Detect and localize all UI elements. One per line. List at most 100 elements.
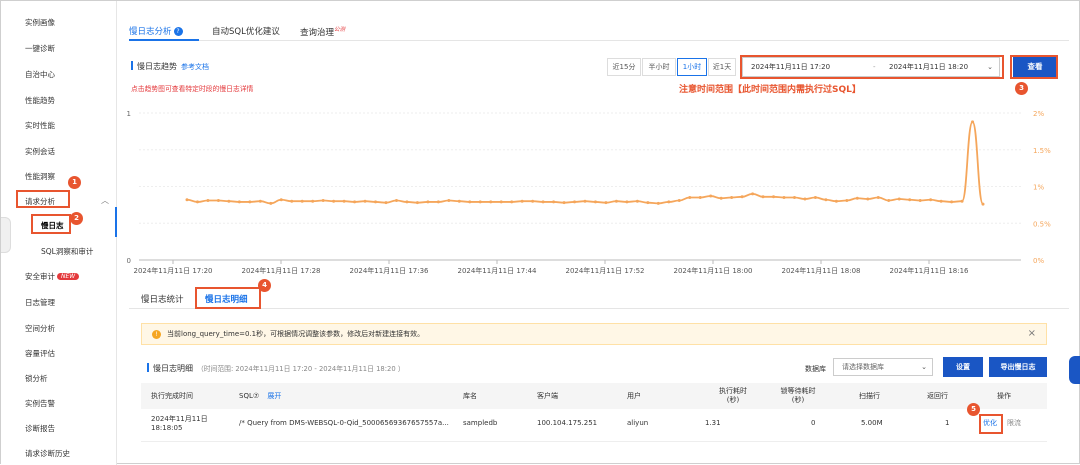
data-point <box>405 200 409 204</box>
help-icon[interactable]: ? <box>173 27 183 36</box>
settings-button[interactable]: 设置 <box>943 357 983 377</box>
chevron-down-icon: ⌄ <box>921 363 927 371</box>
detail-title: 慢日志明细 <box>153 364 193 373</box>
step-marker-1: 1 <box>68 176 81 189</box>
notice-text: 当前long_query_time=0.1秒，可根据情况调整该参数，修改后对新建… <box>167 330 425 338</box>
warning-icon: ! <box>152 330 161 339</box>
sidebar-collapse-handle[interactable] <box>1 217 11 253</box>
doc-link[interactable]: 参考文档 <box>181 63 209 71</box>
col-exec-finish-time: 执行完成时间 <box>151 392 193 400</box>
title-bar <box>147 363 149 372</box>
database-select[interactable]: 请选择数据库 ⌄ <box>833 358 933 376</box>
sidebar-item-autonomy-center[interactable]: 自治中心 <box>25 69 55 80</box>
range-15min-button[interactable]: 近15分 <box>607 58 641 76</box>
database-placeholder: 请选择数据库 <box>842 363 884 371</box>
data-point <box>468 200 472 204</box>
sidebar-item-space-analysis[interactable]: 空间分析 <box>25 323 55 334</box>
data-point <box>269 201 273 205</box>
sidebar-item-instance-profile[interactable]: 实例画像 <box>25 17 55 28</box>
sidebar-item-log-management[interactable]: 日志管理 <box>25 297 55 308</box>
cell-time-date: 2024年11月11日 <box>151 415 208 423</box>
slowlog-trend-chart[interactable]: 2% 1.5% 1% 0.5% 0% 1 02024年11月11日 17:20 2024年11… <box>117 101 1057 281</box>
data-point <box>531 199 535 203</box>
col-scanned: 扫描行 <box>859 392 880 400</box>
data-point <box>740 195 744 199</box>
sidebar-item-request-diagnosis-history[interactable]: 请求诊断历史 <box>25 448 70 459</box>
data-point <box>363 199 367 203</box>
expand-link[interactable]: 展开 <box>267 392 281 400</box>
chart-series <box>185 120 985 206</box>
sidebar-item-security-audit[interactable]: 安全审计 NEW <box>25 271 80 282</box>
cell-user: aliyun <box>627 419 649 427</box>
y-right-tick-label: 1.5% <box>1033 147 1051 155</box>
cell-db: sampledb <box>463 419 498 427</box>
col-lock-time-l2: (秒) <box>791 396 805 404</box>
x-tick-label: 2024年11月11日 18:16 <box>889 266 969 275</box>
data-point <box>489 200 493 204</box>
highlight-box-slowlog <box>31 214 71 234</box>
sidebar-item-diagnosis-report[interactable]: 诊断报告 <box>25 423 55 434</box>
data-point <box>845 198 849 202</box>
data-point <box>614 199 618 203</box>
data-point <box>824 198 828 202</box>
database-label: 数据库 <box>805 365 826 373</box>
y-left-tick-label: 1 <box>127 110 131 118</box>
data-point <box>625 200 629 204</box>
data-point <box>332 199 336 203</box>
tab-slowlog-stats[interactable]: 慢日志统计 <box>141 293 184 305</box>
sidebar-item-instance-alerts[interactable]: 实例告警 <box>25 398 55 409</box>
step-marker-3: 3 <box>1015 82 1028 95</box>
data-point <box>237 200 241 204</box>
data-point <box>803 197 807 201</box>
col-lock-time: 锁等待耗时 (秒) <box>773 387 823 405</box>
beta-tag: 公测 <box>334 27 346 33</box>
data-point <box>792 196 796 200</box>
data-point <box>782 196 786 200</box>
floating-help-button[interactable] <box>1069 356 1080 384</box>
col-ops: 操作 <box>997 392 1011 400</box>
data-point <box>834 199 838 203</box>
data-point <box>939 199 943 203</box>
data-point <box>635 199 639 203</box>
data-point <box>457 199 461 203</box>
data-point <box>950 200 954 204</box>
data-point <box>761 195 765 199</box>
sidebar-item-instance-sessions[interactable]: 实例会话 <box>25 146 55 157</box>
cell-client: 100.104.175.251 <box>537 419 598 427</box>
y-right-tick-label: 0% <box>1033 257 1044 265</box>
close-icon[interactable]: × <box>1028 324 1036 344</box>
data-point <box>887 198 891 202</box>
highlight-box-date-range <box>740 55 1004 79</box>
data-point <box>290 199 294 203</box>
x-tick-label: 2024年11月11日 18:00 <box>673 266 752 275</box>
sidebar-item-one-click-diagnosis[interactable]: 一键诊断 <box>25 43 55 54</box>
sidebar-item-sql-insight[interactable]: SQL洞察和审计 <box>41 246 93 257</box>
data-point <box>677 198 681 202</box>
data-point <box>971 120 975 124</box>
tab-label: 慢日志分析 <box>129 27 172 37</box>
throttle-link[interactable]: 限流 <box>1007 419 1021 428</box>
export-slowlog-button[interactable]: 导出慢日志 <box>989 357 1047 377</box>
data-point <box>960 199 964 203</box>
tab-query-governance[interactable]: 查询治理公测 <box>300 25 345 38</box>
data-point <box>300 199 304 203</box>
range-1d-button[interactable]: 近1天 <box>708 58 736 76</box>
tab-label: 查询治理 <box>300 28 335 38</box>
sidebar-item-performance-insight[interactable]: 性能洞察 <box>25 171 55 182</box>
data-point <box>499 200 503 204</box>
sidebar-item-performance-trend[interactable]: 性能趋势 <box>25 95 55 106</box>
col-returned: 返回行 <box>927 392 948 400</box>
tab-slowlog-analysis[interactable]: 慢日志分析? <box>129 25 183 37</box>
data-point <box>593 200 597 204</box>
tab-auto-sql-optimization[interactable]: 自动SQL优化建议 <box>212 25 280 37</box>
sidebar-item-capacity-evaluation[interactable]: 容量评估 <box>25 348 55 359</box>
trend-section-title: 慢日志趋势 参考文档 <box>131 61 209 72</box>
cell-sql[interactable]: /* Query from DMS-WEBSQL-0-Qid_500065693… <box>239 419 449 428</box>
cell-returned: 1 <box>945 419 950 427</box>
range-30min-button[interactable]: 半小时 <box>642 58 676 76</box>
sidebar-item-lock-analysis[interactable]: 锁分析 <box>25 373 48 384</box>
chevron-up-icon[interactable]: ︿ <box>101 195 109 206</box>
range-1h-button[interactable]: 1小时 <box>677 58 707 76</box>
data-point <box>321 198 325 202</box>
sidebar-item-realtime-performance[interactable]: 实时性能 <box>25 120 55 131</box>
